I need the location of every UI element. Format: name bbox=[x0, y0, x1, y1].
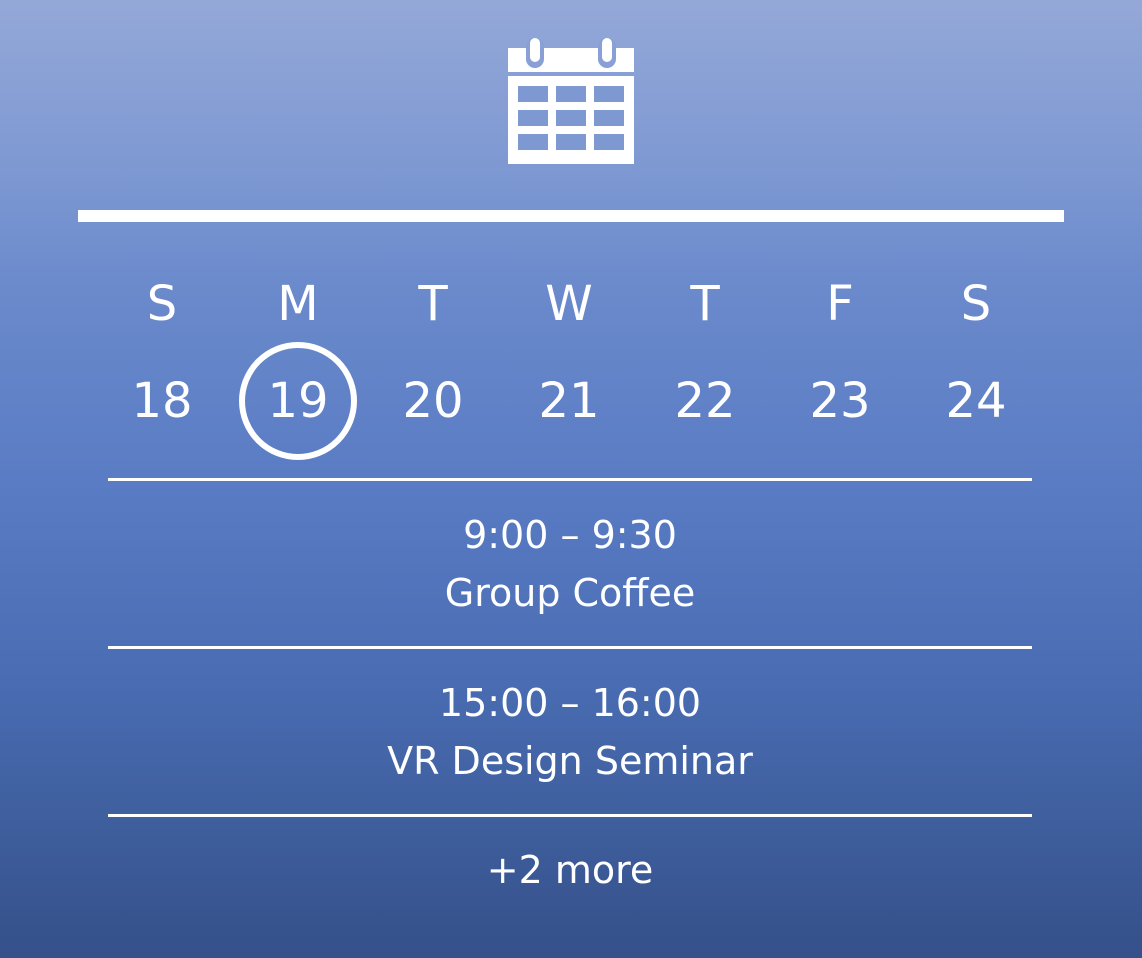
day-letter: S bbox=[146, 276, 178, 332]
day-letter: S bbox=[960, 276, 992, 332]
day-friday[interactable]: F 23 bbox=[772, 268, 908, 436]
day-date: 23 bbox=[809, 373, 871, 429]
day-date: 22 bbox=[674, 373, 736, 429]
event-title: VR Design Seminar bbox=[387, 739, 753, 783]
divider bbox=[108, 814, 1032, 817]
calendar-icon bbox=[508, 38, 634, 164]
event-item[interactable]: 9:00 – 9:30 Group Coffee bbox=[108, 506, 1032, 622]
day-date: 24 bbox=[945, 373, 1007, 429]
event-time: 15:00 – 16:00 bbox=[438, 681, 702, 725]
more-events-link[interactable]: +2 more bbox=[108, 840, 1032, 900]
day-letter: W bbox=[545, 276, 593, 332]
day-date: 21 bbox=[538, 373, 600, 429]
event-title: Group Coffee bbox=[444, 571, 696, 615]
event-item[interactable]: 15:00 – 16:00 VR Design Seminar bbox=[108, 674, 1032, 790]
day-sunday[interactable]: S 18 bbox=[94, 268, 230, 436]
divider bbox=[108, 478, 1032, 481]
day-letter: T bbox=[418, 276, 448, 332]
day-letter: M bbox=[277, 276, 319, 332]
day-thursday[interactable]: T 22 bbox=[637, 268, 773, 436]
header-divider bbox=[78, 210, 1064, 222]
event-time: 9:00 – 9:30 bbox=[463, 513, 677, 557]
day-date: 18 bbox=[131, 373, 193, 429]
day-saturday[interactable]: S 24 bbox=[908, 268, 1044, 436]
day-monday[interactable]: M 19 bbox=[230, 268, 366, 460]
day-date-today: 19 bbox=[230, 342, 366, 460]
day-date: 20 bbox=[402, 373, 464, 429]
divider bbox=[108, 646, 1032, 649]
day-wednesday[interactable]: W 21 bbox=[501, 268, 637, 436]
day-letter: T bbox=[690, 276, 720, 332]
day-letter: F bbox=[826, 276, 854, 332]
day-tuesday[interactable]: T 20 bbox=[365, 268, 501, 436]
